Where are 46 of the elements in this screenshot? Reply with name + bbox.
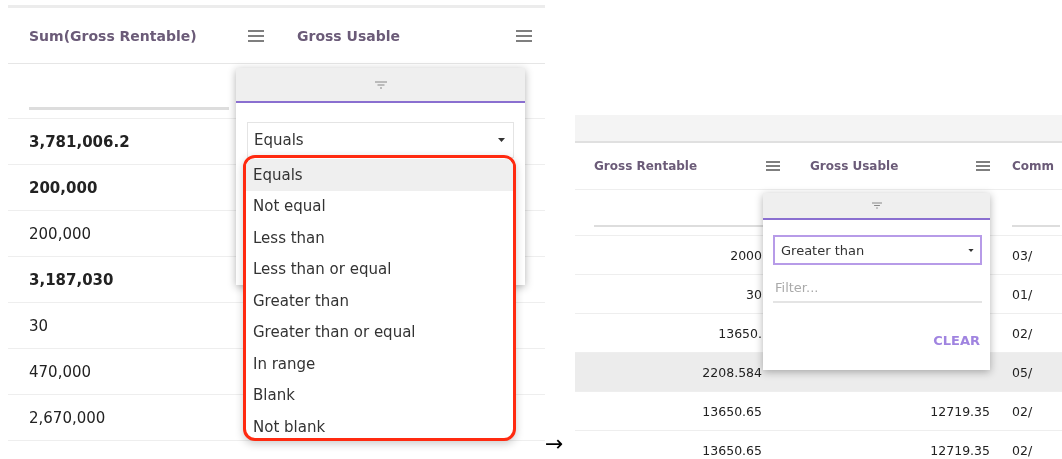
table-cell: 01/ (1012, 286, 1033, 302)
caret-icon (968, 248, 974, 252)
menu-icon[interactable] (766, 161, 780, 171)
operator-option[interactable]: Greater than or equal (246, 316, 513, 348)
table-cell: 03/ (1012, 247, 1033, 263)
table-cell: 3,781,006.2 (29, 132, 130, 151)
table-cell: 13650.65 (702, 403, 762, 419)
table-cell: 470,000 (29, 362, 92, 381)
menu-icon[interactable] (976, 161, 990, 171)
table-cell: 02/ (1012, 403, 1033, 419)
column-header[interactable]: Gross Rentable (594, 159, 698, 173)
table-cell: 3,187,030 (29, 270, 114, 289)
table-cell: 12719.35 (930, 403, 990, 419)
table-cell: 13650.65 (702, 442, 762, 458)
filter-icon (374, 80, 387, 89)
column-header[interactable]: Gross Usable (810, 159, 899, 173)
table-cell: 13650. (718, 325, 762, 341)
table-cell: 02/ (1012, 442, 1033, 458)
operator-option[interactable]: In range (246, 348, 513, 380)
table-cell: 12719.35 (930, 442, 990, 458)
table-cell: 05/ (1012, 364, 1033, 380)
operator-option[interactable]: Not equal (246, 190, 513, 222)
column-header[interactable]: Gross Usable (297, 27, 401, 44)
table-cell: 2,670,000 (29, 408, 106, 427)
operator-option[interactable]: Equals (246, 159, 513, 191)
column-header[interactable]: Comm (1012, 159, 1055, 173)
table-cell: 200,000 (29, 224, 92, 243)
operator-option[interactable]: Greater than (246, 285, 513, 317)
caret-icon (498, 138, 505, 142)
table-cell: 200,000 (29, 178, 98, 197)
menu-icon[interactable] (516, 29, 532, 42)
table-cell: 02/ (1012, 325, 1033, 341)
menu-icon[interactable] (248, 29, 264, 42)
table-cell: 30 (29, 316, 49, 335)
floating-filter-field[interactable] (29, 107, 229, 110)
table-cell: 2000 (730, 247, 762, 263)
filter-icon (871, 202, 882, 209)
operator-select[interactable]: Greater than (773, 235, 982, 265)
column-header[interactable]: Sum(Gross Rentable) (29, 27, 197, 44)
operator-option[interactable]: Blank (246, 379, 513, 411)
operator-option[interactable]: Less than or equal (246, 253, 513, 285)
arrow-glyph: → (545, 431, 564, 457)
operator-option[interactable]: Not blank (246, 411, 513, 438)
operator-option[interactable]: Less than (246, 222, 513, 254)
table-cell: 2208.584 (702, 364, 762, 380)
table-cell: 30 (746, 286, 762, 302)
